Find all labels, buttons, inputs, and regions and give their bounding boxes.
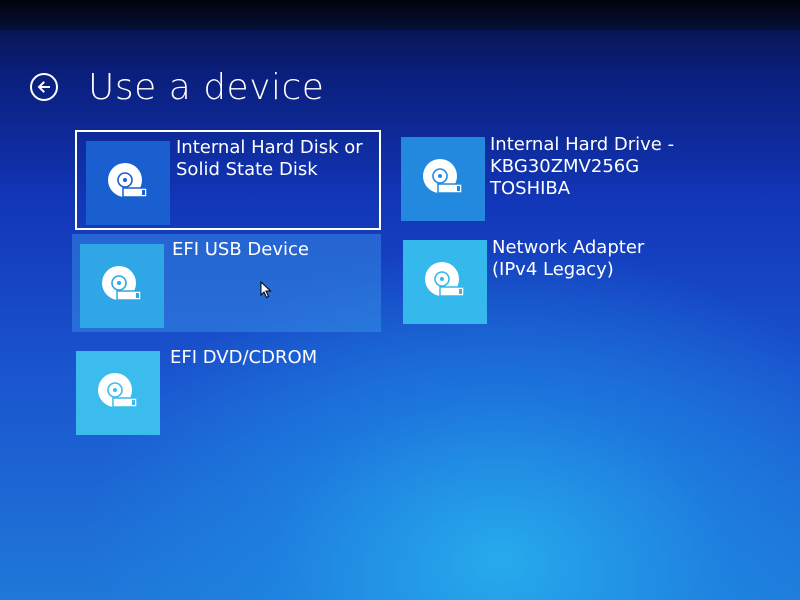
device-tile-label: Internal Hard Drive - KBG30ZMV256G TOSHI… — [490, 134, 675, 199]
disk-icon — [102, 266, 142, 301]
device-tile-efi-dvd-cdrom[interactable]: EFI DVD/CDROM — [75, 347, 381, 438]
device-tile-icon-box — [401, 137, 485, 221]
device-tile-network-adapter[interactable]: Network Adapter (IPv4 Legacy) — [402, 237, 712, 324]
back-button[interactable] — [30, 73, 58, 101]
device-tile-icon-box — [76, 351, 160, 435]
device-tile-internal-hard-drive-toshiba[interactable]: Internal Hard Drive - KBG30ZMV256G TOSHI… — [400, 134, 720, 221]
device-tile-label: EFI DVD/CDROM — [170, 347, 318, 368]
device-tile-icon-box — [80, 244, 164, 328]
device-tile-label: Internal Hard Disk or Solid State Disk — [176, 137, 363, 180]
disk-icon — [108, 163, 148, 198]
header: Use a device — [30, 62, 324, 112]
device-tile-label: EFI USB Device — [172, 239, 309, 260]
disk-icon — [98, 373, 138, 408]
device-tile-internal-hard-disk[interactable]: Internal Hard Disk or Solid State Disk — [75, 130, 381, 230]
top-dark-band — [0, 0, 800, 30]
device-tile-label: Network Adapter (IPv4 Legacy) — [492, 237, 645, 280]
disk-icon — [425, 262, 465, 297]
mouse-cursor-icon — [260, 281, 272, 299]
device-tile-icon-box — [403, 240, 487, 324]
disk-icon — [423, 159, 463, 194]
device-tile-icon-box — [86, 141, 170, 225]
device-tile-efi-usb-device[interactable]: EFI USB Device — [72, 234, 381, 332]
page-title: Use a device — [88, 66, 325, 108]
back-arrow-icon — [37, 81, 50, 93]
